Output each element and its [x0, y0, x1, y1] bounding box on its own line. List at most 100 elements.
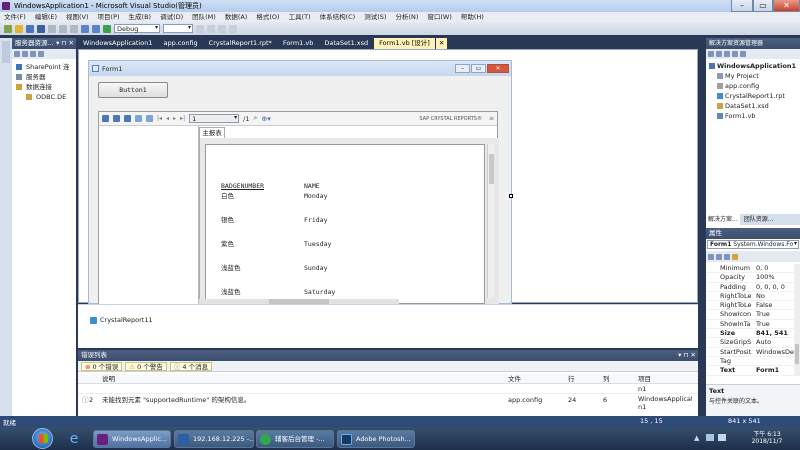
tab-form1-vb[interactable]: Form1.vb: [278, 38, 319, 49]
refresh-icon[interactable]: [14, 51, 20, 57]
page-input[interactable]: 1: [189, 114, 240, 123]
object-selector[interactable]: Form1 System.Windows.Fo: [707, 240, 799, 249]
tree-item-my-project[interactable]: My Project: [708, 71, 798, 81]
menu-format[interactable]: 格式(O): [256, 12, 279, 22]
close-tab-icon[interactable]: ✕: [435, 38, 448, 49]
property-row[interactable]: SizeGripS Auto: [706, 338, 794, 348]
show-all-files-icon[interactable]: [716, 51, 722, 57]
save-icon[interactable]: [26, 24, 34, 33]
warnings-filter[interactable]: ⚠ 0 个警告: [125, 361, 167, 371]
col-file[interactable]: 文件: [508, 374, 521, 384]
close-button[interactable]: ✕: [773, 0, 800, 12]
tree-item-servers[interactable]: 服务器: [14, 72, 76, 82]
tab-windowsapplication1[interactable]: WindowsApplication1: [78, 38, 157, 49]
last-page-icon[interactable]: ▸|: [180, 115, 185, 122]
tab-team-explorer[interactable]: 团队资源...: [742, 214, 776, 225]
export-icon[interactable]: [102, 115, 109, 122]
menu-project[interactable]: 项目(P): [98, 12, 120, 22]
toggle-param-icon[interactable]: [146, 115, 153, 122]
cut-icon[interactable]: [48, 24, 56, 33]
toolbox-strip[interactable]: [0, 38, 12, 416]
tree-item-data-connections[interactable]: 数据连接: [14, 82, 76, 92]
tree-item-dataset[interactable]: DataSet1.xsd: [708, 101, 798, 111]
report-scroll-thumb[interactable]: [489, 154, 494, 184]
property-row[interactable]: Padding 0, 0, 0, 0: [706, 283, 794, 292]
properties-scrollbar[interactable]: [794, 264, 800, 376]
undo-icon[interactable]: [81, 24, 89, 33]
network-icon[interactable]: [706, 434, 714, 441]
messages-filter[interactable]: ⓘ 4 个消息: [169, 361, 213, 371]
tab-app-config[interactable]: app.config: [158, 38, 202, 49]
pin-icon[interactable]: ▾ ⊓ ✕: [56, 38, 74, 49]
paste-icon[interactable]: [70, 24, 78, 33]
categorized-icon[interactable]: [708, 253, 714, 260]
new-project-icon[interactable]: [4, 24, 12, 33]
solution-explorer-icon[interactable]: [207, 24, 215, 33]
print-icon[interactable]: [113, 115, 120, 122]
tab-solution-explorer[interactable]: 解决方案...: [706, 214, 740, 225]
property-row[interactable]: Text Form1: [706, 366, 794, 376]
connect-server-icon[interactable]: [38, 51, 44, 57]
platform-select[interactable]: [163, 24, 193, 33]
col-line[interactable]: 行: [568, 374, 575, 384]
error-list-pin-icon[interactable]: ▾ ⊓ ✕: [678, 350, 696, 361]
form1-window[interactable]: Form1 – ▭ ✕ Button1 |◂ ◂ ▸ ▸| 1 /1 ⌕ ⊕▾ …: [88, 60, 512, 306]
config-select[interactable]: Debug: [114, 24, 160, 33]
menu-test[interactable]: 测试(S): [364, 12, 386, 22]
errors-filter[interactable]: ⊗ 0 个错误: [81, 361, 123, 371]
menu-data[interactable]: 数据(A): [225, 12, 248, 22]
tree-item-crystalreport[interactable]: CrystalReport1.rpt: [708, 91, 798, 101]
toolbox-tab-icon[interactable]: [2, 41, 10, 63]
button1[interactable]: Button1: [98, 82, 168, 98]
tab-dataset1[interactable]: DataSet1.xsd: [319, 38, 373, 49]
property-row[interactable]: ShowIcon True: [706, 310, 794, 320]
menu-team[interactable]: 团队(M): [192, 12, 216, 22]
crystalreport11-component[interactable]: CrystalReport11: [100, 316, 153, 324]
stop-icon[interactable]: [22, 51, 28, 57]
menu-edit[interactable]: 编辑(E): [35, 12, 57, 22]
table-row[interactable]: n1: [78, 384, 698, 394]
report-vertical-scrollbar[interactable]: [487, 144, 494, 298]
volume-icon[interactable]: [718, 434, 726, 441]
properties-scroll-thumb[interactable]: [795, 344, 799, 364]
tree-item-sharepoint[interactable]: SharePoint 连: [14, 62, 76, 72]
table-row[interactable]: ⓘ 2 未能找到元素 "supportedRuntime" 的架构信息。 app…: [78, 394, 698, 414]
toggle-tree-icon[interactable]: [135, 115, 142, 122]
col-project[interactable]: 项目: [638, 374, 651, 384]
menu-help[interactable]: 帮助(H): [461, 12, 484, 22]
redo-icon[interactable]: [92, 24, 100, 33]
refresh-solution-icon[interactable]: [724, 51, 730, 57]
menu-build[interactable]: 生成(B): [129, 12, 152, 22]
first-page-icon[interactable]: |◂: [157, 115, 162, 122]
refresh-report-icon[interactable]: [124, 115, 131, 122]
maximize-button[interactable]: ▭: [753, 0, 773, 12]
tray-expand-icon[interactable]: ▲: [694, 434, 699, 442]
alphabetical-icon[interactable]: [716, 253, 722, 260]
save-all-icon[interactable]: [37, 24, 45, 33]
start-debug-icon[interactable]: [103, 24, 111, 33]
property-row[interactable]: Size 841, 541: [706, 329, 794, 339]
viewer-menu-icon[interactable]: ≡: [489, 115, 497, 122]
property-row[interactable]: Minimum 0, 0: [706, 264, 794, 274]
tree-item-form1[interactable]: Form1.vb: [708, 111, 798, 121]
minimize-button[interactable]: –: [731, 0, 753, 12]
connect-db-icon[interactable]: [30, 51, 36, 57]
property-row[interactable]: Tag: [706, 357, 794, 367]
properties-view-icon[interactable]: [724, 253, 730, 260]
menu-window[interactable]: 窗口(W): [427, 12, 452, 22]
menu-analyze[interactable]: 分析(N): [395, 12, 418, 22]
view-designer-icon[interactable]: [740, 51, 746, 57]
tab-crystalreport1[interactable]: CrystalReport1.rpt*: [204, 38, 277, 49]
next-page-icon[interactable]: ▸: [173, 115, 176, 122]
menu-debug[interactable]: 调试(D): [160, 12, 183, 22]
properties-icon[interactable]: [218, 24, 226, 33]
property-row[interactable]: RightToLe False: [706, 301, 794, 311]
menu-file[interactable]: 文件(F): [4, 12, 26, 22]
view-code-icon[interactable]: [732, 51, 738, 57]
taskbar-photoshop-button[interactable]: Adobe Photosh...: [337, 430, 415, 448]
resize-handle-icon[interactable]: [509, 194, 513, 198]
menu-view[interactable]: 视图(V): [66, 12, 89, 22]
main-report-tab[interactable]: 主报表: [199, 127, 225, 138]
tree-item-app-config[interactable]: app.config: [708, 81, 798, 91]
find-icon[interactable]: [196, 24, 204, 33]
